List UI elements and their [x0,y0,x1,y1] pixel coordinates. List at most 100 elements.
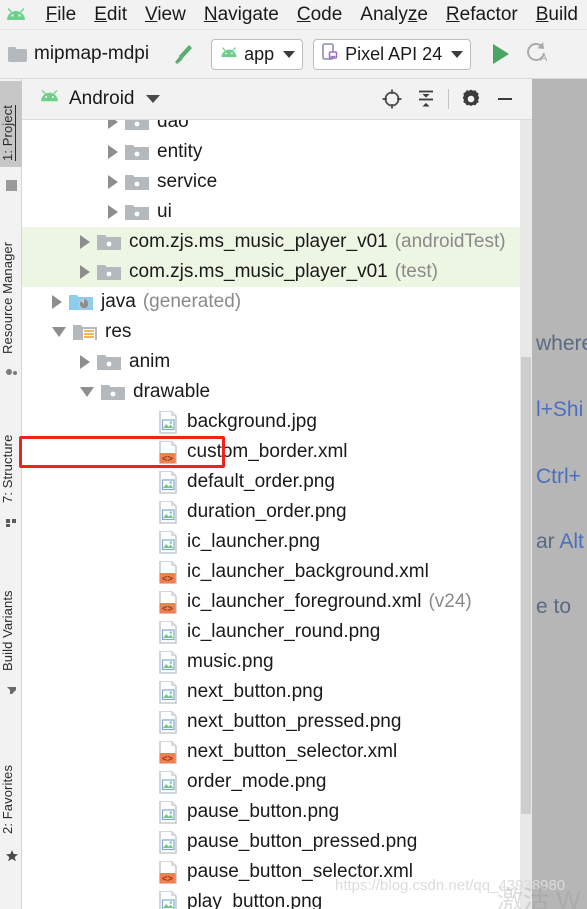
menu-analyze[interactable]: Analyze [351,1,437,29]
chevron-right-icon[interactable] [80,265,90,279]
settings-gear-icon[interactable] [454,84,488,114]
chevron-right-icon[interactable] [108,145,118,159]
tree-scrollbar-track[interactable] [520,120,532,909]
stripe-button-resource-manager[interactable]: Resource Manager [0,209,22,354]
stripe-button-project[interactable]: 1: Project [0,81,22,167]
tree-row-label: next_button_selector.xml [187,741,398,762]
device-icon [321,42,340,66]
folder-icon [125,203,149,222]
breadcrumb[interactable]: mipmap-mdpi [8,43,149,65]
tree-row[interactable]: <> ic_launcher_background.xml [22,557,520,587]
run-configuration-selector[interactable]: app [211,38,304,70]
menu-build[interactable]: Build [527,1,587,29]
svg-text:<>: <> [162,573,174,584]
chevron-right-icon[interactable] [80,235,90,249]
xml-file-icon: <> [157,560,179,584]
tree-row[interactable]: com.zjs.ms_music_player_v01 (androidTest) [22,227,520,257]
folder-icon [97,263,121,282]
hide-icon[interactable] [488,84,522,114]
tree-row[interactable]: duration_order.png [22,497,520,527]
tree-row[interactable]: ui [22,197,520,227]
tree-row[interactable]: ic_launcher_round.png [22,617,520,647]
project-square-icon [5,179,18,192]
chevron-down-icon[interactable] [145,95,160,103]
tool-window-title: Android [69,88,135,109]
svg-text:<>: <> [162,753,174,764]
tree-row-label: default_order.png [187,471,335,492]
tree-row-label: next_button_pressed.png [187,711,402,732]
tree-row[interactable]: <> custom_border.xml [22,437,520,467]
editor-hint-line-3: Ctrl+ [536,465,581,488]
image-file-icon [157,530,179,554]
tree-row[interactable]: default_order.png [22,467,520,497]
xml-file-icon: <> [157,440,179,464]
tree-row[interactable]: background.jpg [22,407,520,437]
tree-row-label: background.jpg [187,411,317,432]
tree-row[interactable]: com.zjs.ms_music_player_v01 (test) [22,257,520,287]
menu-edit[interactable]: Edit [85,1,136,29]
tree-scrollbar-thumb[interactable] [521,357,531,814]
tree-row-label: pause_button_pressed.png [187,831,418,852]
menu-file[interactable]: File [37,1,86,29]
device-selector[interactable]: Pixel API 24 [313,38,472,70]
tree-row[interactable]: res [22,317,520,347]
tree-row-qualifier: (androidTest) [394,231,506,252]
tree-row[interactable]: pause_button_pressed.png [22,827,520,857]
collapse-all-icon[interactable] [409,84,443,114]
tree-row[interactable]: music.png [22,647,520,677]
tree-row[interactable]: pause_button.png [22,797,520,827]
editor-hint-line-5: e to [536,595,572,618]
tree-row-label: duration_order.png [187,501,347,522]
tree-row[interactable]: next_button.png [22,677,520,707]
tree-row[interactable]: <> ic_launcher_foreground.xml (v24) [22,587,520,617]
tree-row[interactable]: anim [22,347,520,377]
stripe-button-favorites[interactable]: 2: Favorites [0,724,22,834]
tree-row-label: play_button.png [187,891,323,909]
image-file-icon [157,470,179,494]
android-studio-window: File Edit View Navigate Code Analyze Ref… [0,0,587,909]
editor-hint-line-2: l+Shi [536,398,584,421]
tree-row[interactable]: service [22,167,520,197]
android-logo-icon [4,4,29,26]
tree-row-label: service [157,171,218,192]
tree-row-label: java [101,291,136,312]
menu-view[interactable]: View [136,1,195,29]
chevron-down-icon[interactable] [80,387,94,397]
chevron-down-icon[interactable] [52,327,66,337]
tree-row[interactable]: ic_launcher.png [22,527,520,557]
hammer-icon[interactable] [171,41,197,67]
stripe-button-build-variants[interactable]: Build Variants [0,551,22,671]
image-file-icon [157,800,179,824]
tree-row[interactable]: next_button_pressed.png [22,707,520,737]
image-file-icon [157,650,179,674]
tree-row-label: com.zjs.ms_music_player_v01 [129,261,388,282]
run-config-label: app [244,43,275,64]
tree-row[interactable]: drawable [22,377,520,407]
run-triangle-icon[interactable] [493,44,510,64]
tree-row-label: ic_launcher_background.xml [187,561,429,582]
menu-refactor[interactable]: Refactor [437,1,527,29]
chevron-right-icon[interactable] [108,175,118,189]
favorites-star-icon [5,849,18,862]
menu-code[interactable]: Code [288,1,351,29]
chevron-right-icon[interactable] [108,120,118,129]
res-folder-icon [73,323,97,342]
stripe-button-structure[interactable]: 7: Structure [0,397,22,503]
svg-text:<>: <> [162,453,174,464]
project-tree-panel[interactable]: dao entity service ui com.zjs.ms_music_playe… [22,120,532,909]
chevron-right-icon[interactable] [80,355,90,369]
tree-row[interactable]: order_mode.png [22,767,520,797]
chevron-right-icon[interactable] [108,205,118,219]
chevron-right-icon[interactable] [52,295,62,309]
menu-navigate[interactable]: Navigate [195,1,288,29]
select-opened-file-icon[interactable] [375,84,409,114]
tree-row-label: drawable [133,381,211,402]
tree-row[interactable]: java (generated) [22,287,520,317]
tree-row[interactable]: dao [22,120,520,137]
tree-row[interactable]: entity [22,137,520,167]
project-tree: dao entity service ui com.zjs.ms_music_playe… [22,120,520,909]
tree-row-label: pause_button.png [187,801,340,822]
tree-row-label: anim [129,351,171,372]
tree-row[interactable]: <> next_button_selector.xml [22,737,520,767]
sync-gradle-icon[interactable]: A [523,39,549,70]
